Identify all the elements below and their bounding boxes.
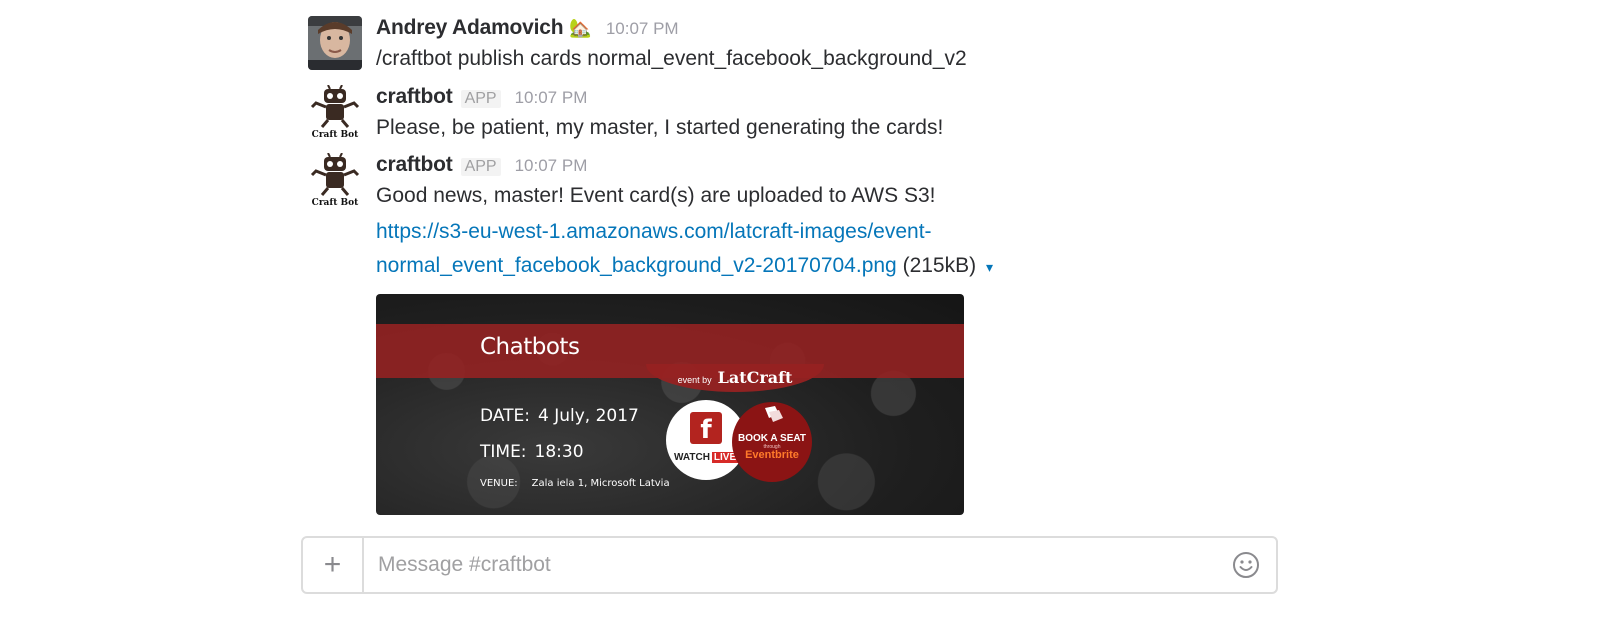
message-composer: +	[301, 536, 1278, 594]
facebook-icon: f	[690, 412, 722, 445]
timestamp[interactable]: 10:07 PM	[515, 88, 588, 108]
avatar-craftbot[interactable]: Craft Bot	[308, 85, 362, 139]
author-name[interactable]: Andrey Adamovich	[376, 16, 564, 40]
chevron-down-icon[interactable]: ▾	[986, 259, 993, 275]
avatar-caption: Craft Bot	[312, 198, 360, 207]
book-seat-badge: BOOK A SEAT through Eventbrite	[732, 402, 812, 482]
message-text: /craftbot publish cards normal_event_fac…	[376, 47, 967, 70]
author-name[interactable]: craftbot	[376, 153, 453, 177]
event-card-image[interactable]: Chatbots event by LatCraft DATE: 4 July, 2…	[376, 294, 964, 515]
author-name[interactable]: craftbot	[376, 85, 453, 109]
message-text: Please, be patient, my master, I started…	[376, 116, 944, 139]
card-time: TIME: 18:30	[480, 442, 584, 462]
file-link-block: https://s3-eu-west-1.amazonaws.com/latcr…	[376, 215, 993, 284]
card-date: DATE: 4 July, 2017	[480, 406, 639, 426]
watch-label: WATCH	[674, 452, 710, 463]
event-by-label: event by	[677, 375, 712, 385]
date-value: 4 July, 2017	[537, 406, 639, 426]
ticket-icon	[732, 406, 812, 431]
message-text: Good news, master! Event card(s) are upl…	[376, 184, 936, 207]
book-seat-label: BOOK A SEAT	[738, 433, 806, 444]
date-label: DATE:	[480, 406, 530, 426]
timestamp[interactable]: 10:07 PM	[606, 19, 679, 39]
venue-value: Zala iela 1, Microsoft Latvia	[531, 478, 670, 489]
message-craftbot-1: Craft Bot craftbot APP 10:07 PM Please, …	[308, 85, 943, 143]
plus-icon[interactable]: +	[303, 538, 364, 592]
message-andrey: Andrey Adamovich 🏡 10:07 PM /craftbot pu…	[308, 16, 967, 74]
venue-label: VENUE:	[480, 478, 518, 489]
watch-live-label: WATCH LIVE	[674, 452, 739, 463]
file-link-line1[interactable]: https://s3-eu-west-1.amazonaws.com/latcr…	[376, 220, 932, 243]
app-badge: APP	[460, 158, 501, 176]
message-craftbot-2: Craft Bot craftbot APP 10:07 PM Good new…	[308, 153, 993, 284]
eventbrite-logo: Eventbrite	[745, 449, 799, 461]
file-link-line2[interactable]: normal_event_facebook_background_v2-2017…	[376, 254, 897, 277]
file-link[interactable]: https://s3-eu-west-1.amazonaws.com/latcr…	[376, 220, 932, 277]
avatar-caption: Craft Bot	[312, 130, 360, 139]
smiley-icon[interactable]	[1232, 551, 1260, 579]
latcraft-logo: LatCraft	[717, 368, 793, 387]
house-emoji-icon: 🏡	[569, 18, 592, 38]
time-value: 18:30	[534, 442, 584, 462]
card-title: Chatbots	[480, 334, 580, 360]
time-label: TIME:	[480, 442, 527, 462]
avatar-craftbot[interactable]: Craft Bot	[308, 153, 362, 207]
file-size: (215kB)	[902, 254, 977, 277]
avatar-andrey[interactable]	[308, 16, 362, 70]
timestamp[interactable]: 10:07 PM	[515, 156, 588, 176]
app-badge: APP	[460, 90, 501, 108]
card-venue: VENUE: Zala iela 1, Microsoft Latvia	[480, 478, 670, 489]
message-input[interactable]	[364, 538, 1216, 592]
emoji-button[interactable]	[1216, 538, 1276, 592]
